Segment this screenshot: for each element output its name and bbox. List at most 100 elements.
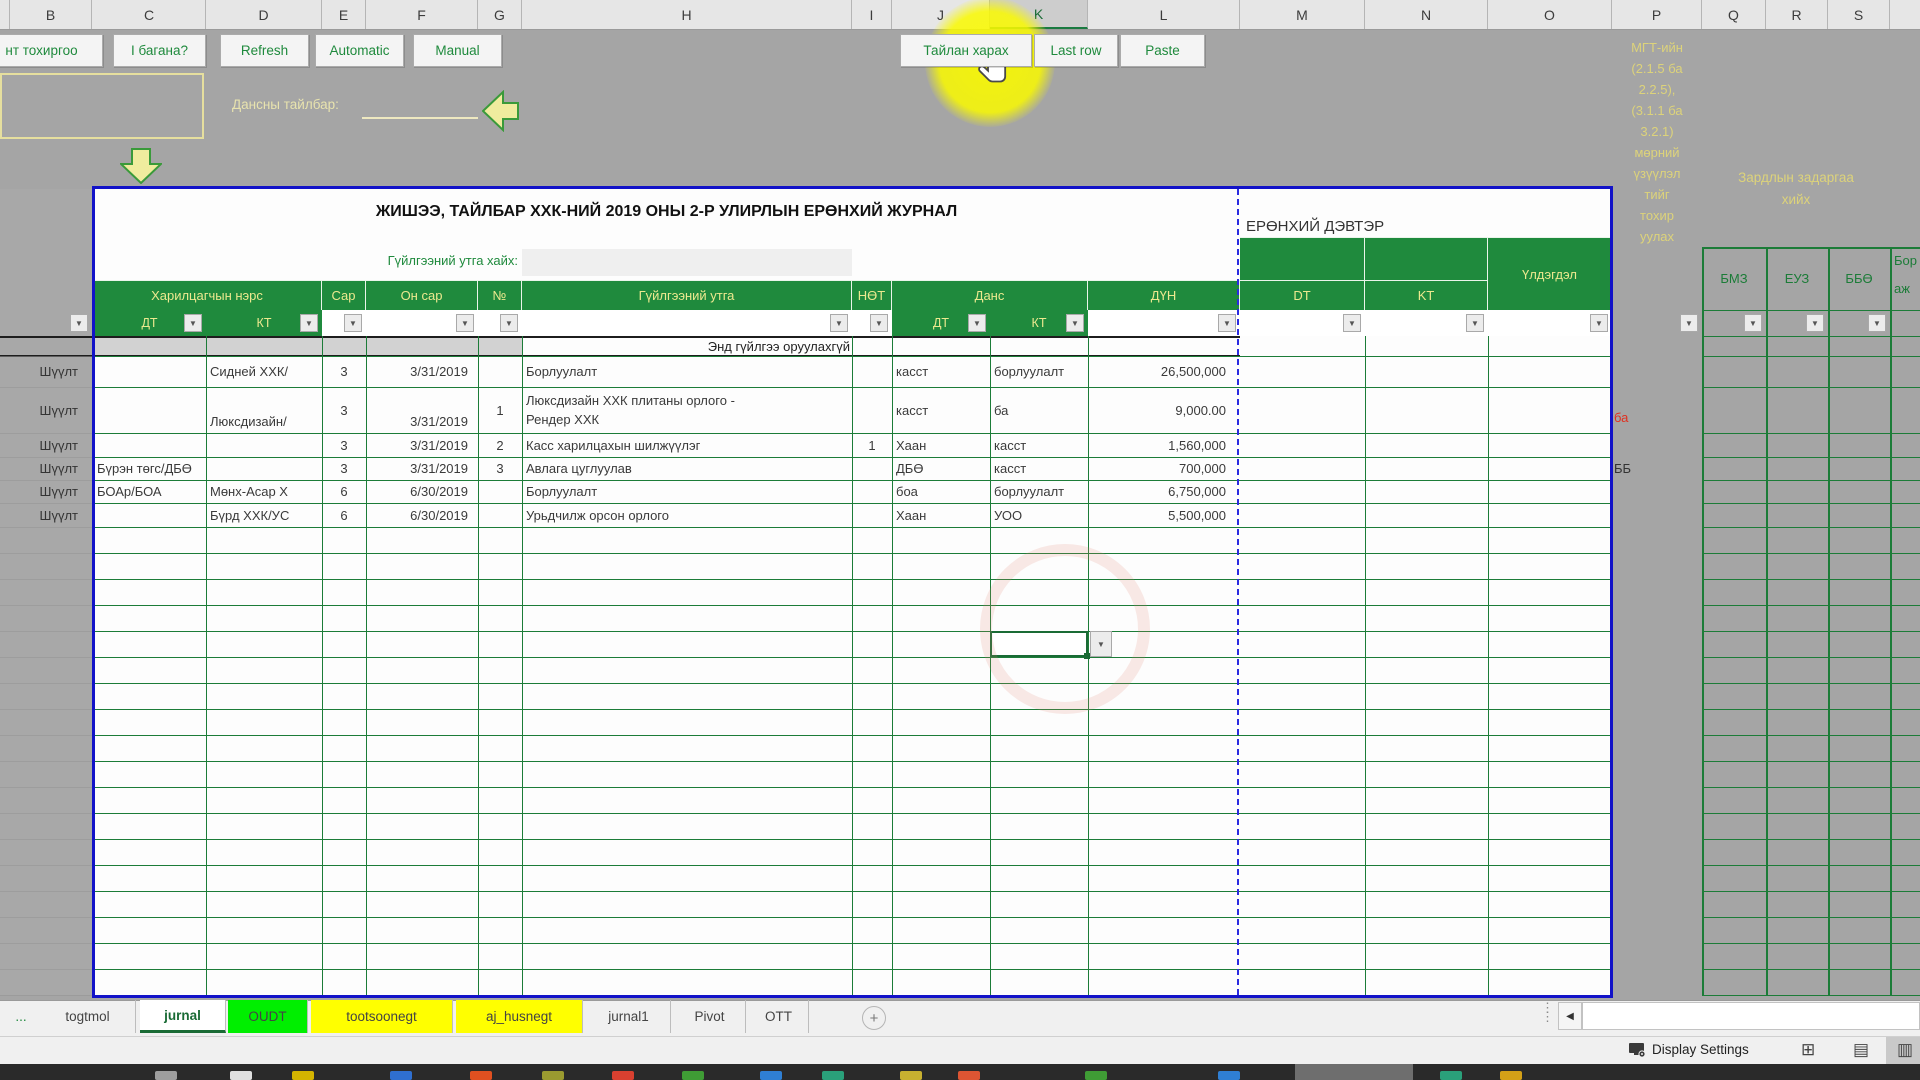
gridline-h-filtercol <box>0 657 92 658</box>
display-settings-label[interactable]: Display Settings <box>1652 1042 1749 1057</box>
gridline-h-filtercol <box>0 709 92 710</box>
taskbar-app-icon[interactable] <box>1440 1071 1462 1080</box>
taskbar-app-icon[interactable] <box>470 1071 492 1080</box>
gridline-h-filtercol <box>0 553 92 554</box>
cell-c: БОАр/БОА <box>97 480 317 503</box>
tab-OUDT[interactable]: OUDT <box>228 1000 308 1033</box>
taskbar-app-icon[interactable] <box>1218 1071 1240 1080</box>
gridline-h-right <box>1702 683 1920 684</box>
p-note-line: үзүүлэл <box>1612 164 1702 182</box>
gridline-h-right <box>1702 787 1920 788</box>
gridline-h-right <box>1702 813 1920 814</box>
taskbar-app-icon[interactable] <box>682 1071 704 1080</box>
tab-ajhusnegt[interactable]: aj_husnegt <box>456 1000 583 1033</box>
taskbar-app-icon[interactable] <box>155 1071 177 1080</box>
gridline-h-right <box>1702 917 1920 918</box>
taskbar-app-icon[interactable] <box>760 1071 782 1080</box>
p-note-line: (3.1.1 ба <box>1612 101 1702 119</box>
cost-header-ЕУЗ: ЕУЗ <box>1766 247 1828 310</box>
gridline-h-right <box>1702 657 1920 658</box>
tab-tootsoonegt[interactable]: tootsoonegt <box>311 1000 453 1033</box>
refresh-button[interactable]: Refresh <box>220 34 309 67</box>
gridline-h-filtercol <box>0 527 92 528</box>
hscrollbar-track[interactable] <box>1582 1002 1920 1030</box>
filter-dropdown-B[interactable]: ▼ <box>70 314 88 332</box>
cost-header-ББӨ: ББӨ <box>1828 247 1890 310</box>
taskbar-app-icon[interactable] <box>900 1071 922 1080</box>
cost-header-t-line: Бор <box>1894 252 1920 268</box>
view-report-button[interactable]: Тайлан харах <box>900 34 1032 67</box>
p-note-line: 3.2.1) <box>1612 122 1702 140</box>
row-filter-value: Шүүлт <box>0 433 78 457</box>
paste-button[interactable]: Paste <box>1120 34 1205 67</box>
gridline-h-filtercol <box>0 813 92 814</box>
taskbar-app-icon[interactable] <box>612 1071 634 1080</box>
gridline-h-right <box>1702 995 1920 996</box>
row-filter-value: Шүүлт <box>0 387 78 433</box>
p-note-line: тийг <box>1612 185 1702 203</box>
tab-togtmol[interactable]: togtmol <box>40 1000 136 1033</box>
tabbar-splitter-dots[interactable]: ⋮⋮ <box>1541 1003 1554 1021</box>
gridline-h-right <box>1702 579 1920 580</box>
gridline-h-right <box>1702 457 1920 458</box>
gridline-h-right <box>1702 553 1920 554</box>
gridline-h-right <box>1702 839 1920 840</box>
filter-dropdown-R[interactable]: ▼ <box>1806 314 1824 332</box>
p-note-line: (2.1.5 ба <box>1612 59 1702 77</box>
dark-note: ББ <box>1614 459 1654 477</box>
filter-dropdown-P[interactable]: ▼ <box>1680 314 1698 332</box>
page-break-line <box>1237 189 1239 995</box>
tab-Pivot[interactable]: Pivot <box>674 1000 746 1033</box>
gridline-h-right <box>1702 503 1920 504</box>
gridline-h-right <box>1702 433 1920 434</box>
hscroll-left-button[interactable]: ◀ <box>1558 1002 1582 1030</box>
taskbar-app-icon[interactable] <box>958 1071 980 1080</box>
filter-dropdown-S[interactable]: ▼ <box>1868 314 1886 332</box>
gridline-v-cost <box>1766 247 1768 995</box>
gridline-v-cost <box>1702 247 1704 995</box>
gridline-h-filtercol <box>0 605 92 606</box>
taskbar-app-icon[interactable] <box>822 1071 844 1080</box>
taskbar-app-icon[interactable] <box>1085 1071 1107 1080</box>
taskbar-app-icon[interactable] <box>292 1071 314 1080</box>
cost-breakdown-line: хийх <box>1702 190 1890 208</box>
last-row-button[interactable]: Last row <box>1034 34 1118 67</box>
p-note-line: тохир <box>1612 206 1702 224</box>
automatic-button[interactable]: Automatic <box>315 34 404 67</box>
gridline-h-right <box>1702 735 1920 736</box>
config-button[interactable]: нт тохиргоо <box>0 34 103 67</box>
tab-jurnal[interactable]: jurnal <box>140 1000 226 1033</box>
gridline-h-filtercol <box>0 761 92 762</box>
gridline-h-filtercol <box>0 943 92 944</box>
tab-[interactable]: ... <box>6 1000 36 1033</box>
view-pagebreak-icon[interactable]: ▥ <box>1897 1040 1913 1060</box>
add-sheet-button[interactable]: + <box>862 1006 886 1030</box>
gridline-h-right <box>1702 761 1920 762</box>
gridline-h-right <box>1702 865 1920 866</box>
i-column-button[interactable]: I багана? <box>113 34 206 67</box>
print-area-border <box>92 186 1613 998</box>
gridline-h-right <box>1702 356 1920 357</box>
excel-window: BCDEFGHIJKLMNOPQRS Дансны тайлбар: илцаг… <box>0 0 1920 1080</box>
gridline-h-right <box>1702 387 1920 388</box>
gridline-h-filtercol <box>0 735 92 736</box>
gridline-h-filtercol <box>0 683 92 684</box>
filter-dropdown-Q[interactable]: ▼ <box>1744 314 1762 332</box>
gridline-h-filtercol <box>0 787 92 788</box>
tab-jurnal1[interactable]: jurnal1 <box>587 1000 671 1033</box>
taskbar-app-icon[interactable] <box>542 1071 564 1080</box>
p-note-line: 2.2.5), <box>1612 80 1702 98</box>
taskbar-app-icon[interactable] <box>230 1071 252 1080</box>
gridline-h-right <box>1702 527 1920 528</box>
row-filter-value: Шүүлт <box>0 356 78 387</box>
view-normal-icon[interactable]: ▤ <box>1853 1040 1869 1060</box>
cost-table-filtersep <box>1702 336 1920 337</box>
taskbar-app-icon[interactable] <box>390 1071 412 1080</box>
tab-OTT[interactable]: OTT <box>749 1000 809 1033</box>
manual-button[interactable]: Manual <box>413 34 502 67</box>
gridline-h-filtercol <box>0 631 92 632</box>
taskbar-app-icon[interactable] <box>1500 1071 1522 1080</box>
gridline-h-filtercol <box>0 995 92 996</box>
gridline-h-right <box>1702 605 1920 606</box>
view-grid-icon[interactable]: ⊞ <box>1801 1040 1815 1060</box>
